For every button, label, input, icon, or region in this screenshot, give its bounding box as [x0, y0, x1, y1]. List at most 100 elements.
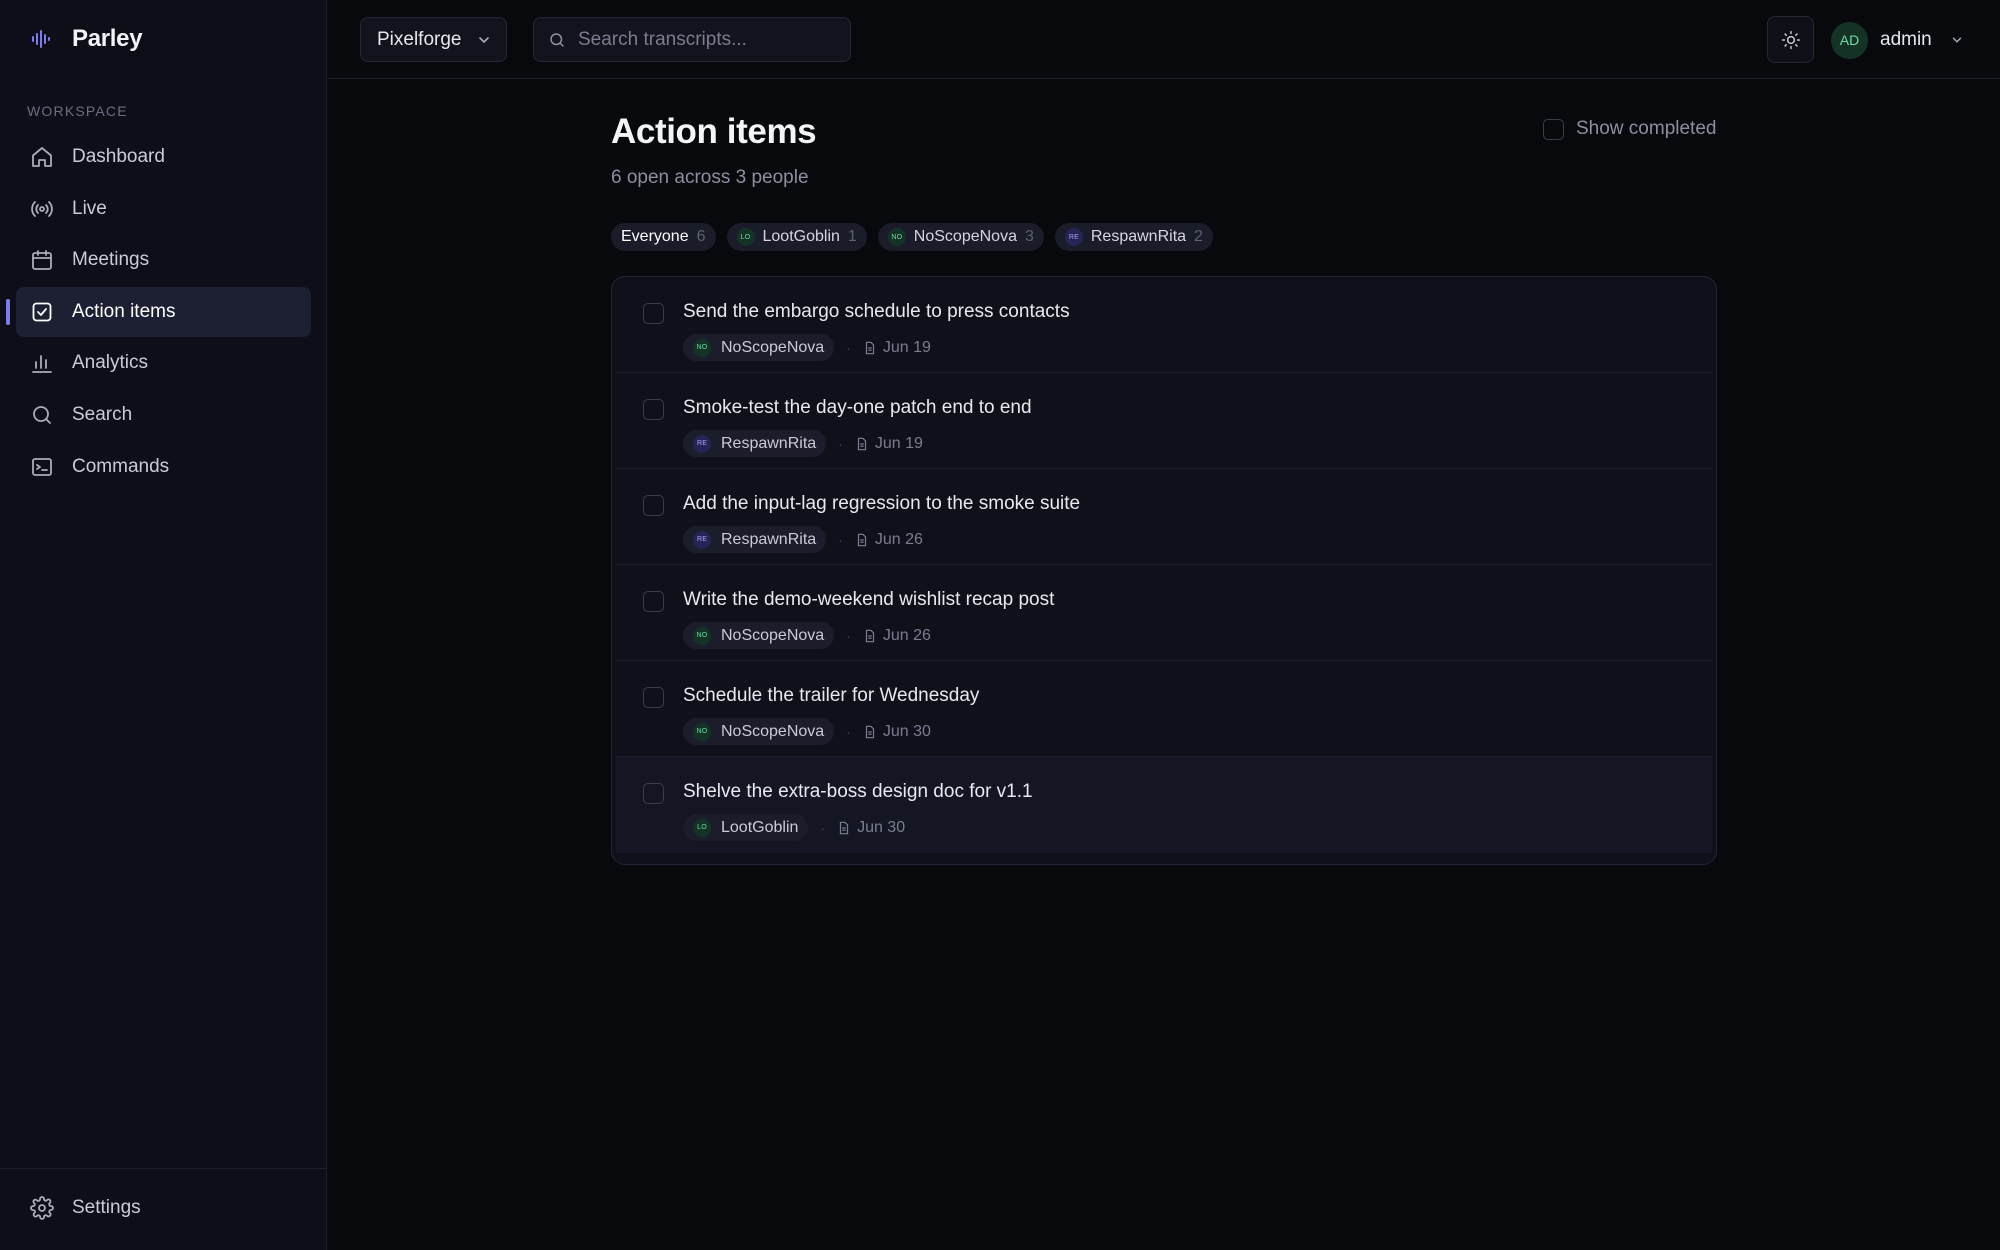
avatar: NO — [693, 338, 711, 357]
theme-toggle-button[interactable] — [1767, 16, 1814, 63]
user-name: admin — [1880, 29, 1932, 50]
check-square-icon — [32, 302, 52, 322]
sidebar-nav: Dashboard Live Meetings Action items Ana… — [6, 132, 311, 493]
workspace-section-label: WORKSPACE — [27, 103, 128, 119]
separator-dot: · — [846, 723, 851, 740]
sidebar-item-action-items[interactable]: Action items — [6, 286, 311, 337]
search-box[interactable] — [533, 17, 851, 62]
action-item-row: Smoke-test the day-one patch end to end … — [616, 373, 1712, 469]
separator-dot: · — [846, 627, 851, 644]
separator-dot: · — [846, 339, 851, 356]
source-meeting-date[interactable]: Jun 26 — [855, 531, 923, 549]
filter-chip-label: NoScopeNova — [913, 228, 1017, 245]
sidebar-item-label: Action items — [72, 300, 176, 322]
calendar-icon — [32, 250, 52, 271]
chevron-down-icon — [1952, 37, 1961, 43]
search-input[interactable] — [578, 28, 828, 51]
action-item-meta: LO LootGoblin · Jun 30 — [683, 814, 905, 841]
action-item-row: Add the input-lag regression to the smok… — [616, 469, 1712, 565]
avatar: LO — [693, 818, 711, 837]
separator-dot: · — [820, 819, 826, 836]
action-item-title: Send the embargo schedule to press conta… — [683, 301, 1070, 322]
action-item-title: Add the input-lag regression to the smok… — [683, 493, 1081, 514]
source-meeting-date[interactable]: Jun 19 — [863, 339, 931, 357]
action-item-checkbox[interactable] — [643, 399, 664, 420]
owner-chip[interactable]: NO NoScopeNova — [683, 622, 835, 649]
page-title: Action items — [611, 112, 817, 151]
action-item-meta: NO NoScopeNova · Jun 30 — [683, 718, 931, 745]
avatar: LO — [736, 228, 755, 246]
separator-dot: · — [838, 435, 843, 452]
filter-chip-label: RespawnRita — [1090, 228, 1187, 245]
sidebar-item-live[interactable]: Live — [16, 184, 311, 234]
workspace-name: Pixelforge — [377, 28, 462, 50]
sidebar: Parley WORKSPACE Dashboard Live Meetings… — [0, 0, 327, 1250]
separator-dot: · — [838, 531, 843, 548]
show-completed-toggle[interactable]: Show completed — [1543, 118, 1716, 140]
filter-chip-noscopenova[interactable]: NO NoScopeNova 3 — [877, 223, 1044, 251]
person-filter-chips: Everyone 6 LO LootGoblin 1 NO NoScopeNov… — [611, 223, 1213, 251]
action-item-title: Schedule the trailer for Wednesday — [683, 685, 980, 706]
action-item-title: Write the demo-weekend wishlist recap po… — [683, 589, 1055, 610]
owner-chip[interactable]: RE RespawnRita — [683, 430, 827, 457]
app-name: Parley — [72, 25, 143, 52]
filter-chip-count: 1 — [847, 228, 857, 245]
show-completed-checkbox[interactable] — [1543, 118, 1564, 140]
document-icon — [865, 725, 874, 738]
action-item-checkbox[interactable] — [643, 783, 664, 804]
action-item-title: Smoke-test the day-one patch end to end — [683, 397, 1032, 418]
avatar: RE — [1064, 228, 1083, 246]
action-item-row: Schedule the trailer for Wednesday NO No… — [616, 661, 1712, 757]
avatar: NO — [887, 228, 906, 246]
sidebar-item-label: Dashboard — [72, 146, 165, 167]
document-icon — [857, 533, 866, 546]
sidebar-item-label: Meetings — [72, 249, 150, 271]
filter-chip-everyone[interactable]: Everyone 6 — [611, 223, 716, 251]
gear-icon — [30, 1196, 54, 1220]
sidebar-item-dashboard[interactable]: Dashboard — [16, 132, 311, 182]
source-meeting-date[interactable]: Jun 26 — [863, 627, 931, 645]
owner-chip[interactable]: LO LootGoblin — [683, 814, 809, 841]
sidebar-item-meetings[interactable]: Meetings — [16, 235, 311, 285]
owner-name: NoScopeNova — [721, 338, 825, 356]
owner-chip[interactable]: NO NoScopeNova — [683, 718, 835, 745]
owner-chip[interactable]: NO NoScopeNova — [683, 334, 835, 361]
owner-name: NoScopeNova — [721, 722, 825, 740]
date-label: Jun 30 — [857, 818, 906, 836]
owner-chip[interactable]: RE RespawnRita — [683, 526, 827, 553]
filter-chip-lootgoblin[interactable]: LO LootGoblin 1 — [726, 223, 867, 251]
document-icon — [839, 821, 849, 834]
action-item-checkbox[interactable] — [643, 687, 664, 708]
date-label: Jun 26 — [882, 626, 931, 644]
avatar: AD — [1831, 21, 1868, 59]
filter-chip-respawnrita[interactable]: RE RespawnRita 2 — [1054, 223, 1213, 251]
date-label: Jun 19 — [882, 338, 931, 356]
search-icon — [550, 32, 564, 47]
avatar: NO — [693, 626, 711, 645]
sidebar-item-analytics[interactable]: Analytics — [16, 338, 311, 388]
search-icon — [33, 406, 51, 424]
date-label: Jun 30 — [882, 722, 931, 740]
home-icon — [32, 147, 52, 167]
action-item-row: Shelve the extra-boss design doc for v1.… — [616, 757, 1712, 853]
action-item-checkbox[interactable] — [643, 591, 664, 612]
brand[interactable]: Parley — [30, 22, 143, 56]
sidebar-item-settings[interactable]: Settings — [30, 1196, 141, 1220]
workspace-select[interactable]: Pixelforge — [360, 17, 507, 62]
settings-label: Settings — [72, 1197, 141, 1218]
sidebar-item-search[interactable]: Search — [16, 390, 311, 440]
sidebar-footer-divider — [0, 1168, 327, 1169]
source-meeting-date[interactable]: Jun 30 — [837, 819, 905, 837]
action-item-checkbox[interactable] — [643, 303, 664, 324]
action-item-meta: RE RespawnRita · Jun 26 — [683, 526, 923, 553]
action-item-checkbox[interactable] — [643, 495, 664, 516]
source-meeting-date[interactable]: Jun 19 — [855, 435, 923, 453]
action-item-meta: NO NoScopeNova · Jun 19 — [683, 334, 931, 361]
sidebar-item-commands[interactable]: Commands — [16, 442, 311, 492]
owner-name: LootGoblin — [721, 818, 799, 836]
document-icon — [857, 437, 866, 450]
source-meeting-date[interactable]: Jun 30 — [863, 723, 931, 741]
action-items-list: Send the embargo schedule to press conta… — [611, 276, 1717, 865]
action-item-meta: NO NoScopeNova · Jun 26 — [683, 622, 931, 649]
user-menu[interactable]: AD admin — [1831, 21, 1964, 59]
